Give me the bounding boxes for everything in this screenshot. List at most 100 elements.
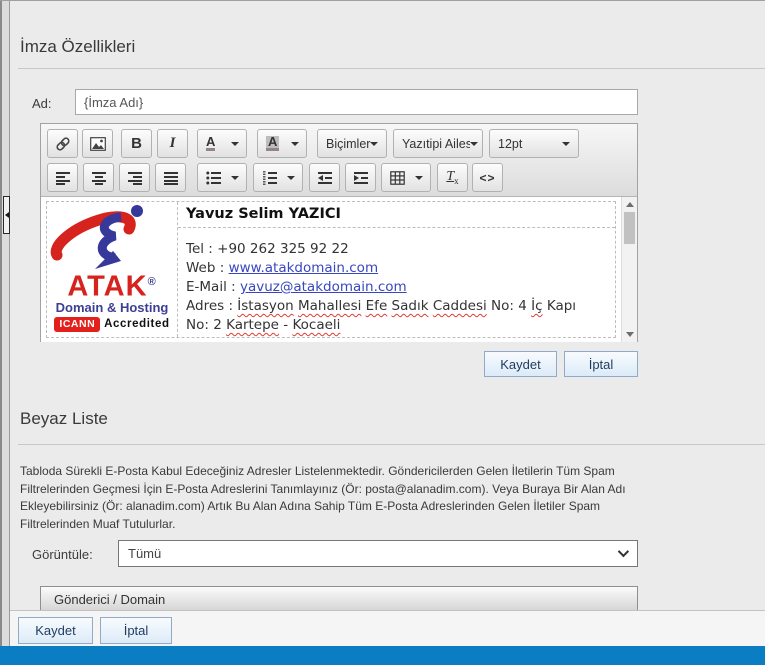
company-logo: ATAK® Domain & Hosting ICANN Accredited — [47, 202, 178, 337]
scroll-down-icon — [626, 332, 634, 337]
table-header-label: Gönderici / Domain — [54, 592, 166, 607]
align-right-button[interactable] — [119, 163, 150, 192]
signature-text: Kartepe — [226, 317, 279, 333]
align-left-button[interactable] — [47, 163, 78, 192]
signature-cancel-button[interactable]: İptal — [564, 351, 638, 377]
outdent-icon — [317, 171, 332, 184]
scroll-down-button[interactable] — [622, 328, 637, 341]
signature-contact-block: Tel : +90 262 325 92 22 Web : www.atakdom… — [178, 228, 615, 335]
signature-text: E-Mail : — [186, 279, 240, 295]
numbered-list-button[interactable] — [253, 163, 303, 192]
signature-text-line: Tel : +90 262 325 92 22 — [186, 240, 607, 259]
logo-brand-text: ATAK® — [67, 270, 157, 303]
chevron-down-icon — [231, 175, 239, 180]
indent-button[interactable] — [345, 163, 376, 192]
signature-text: Sadık — [391, 298, 429, 314]
whitelist-description: Tabloda Sürekli E-Posta Kabul Edeceğiniz… — [20, 464, 626, 531]
align-right-icon — [127, 171, 142, 185]
align-justify-icon — [163, 171, 178, 185]
editor-content-area[interactable]: ATAK® Domain & Hosting ICANN Accredited … — [41, 197, 637, 342]
panel-splitter[interactable] — [0, 1, 10, 646]
signature-text: Efe — [365, 298, 388, 314]
numbered-list-icon — [263, 170, 277, 185]
signature-text-line: No: 2 Kartepe - Kocaeli — [186, 316, 607, 335]
page-footer: Kaydet İptal — [10, 610, 765, 646]
splitter-collapse-handle[interactable] — [3, 196, 10, 234]
scroll-up-button[interactable] — [622, 198, 637, 211]
scrollbar-thumb[interactable] — [624, 212, 635, 244]
chevron-down-icon — [291, 141, 299, 146]
signature-text: Web : — [186, 260, 229, 276]
accredited-text: Accredited — [104, 318, 170, 331]
font-family-label: Yazıtipi Ailesi — [402, 136, 470, 151]
signature-text-line: Web : www.atakdomain.com — [186, 259, 607, 278]
editor-scrollbar[interactable] — [621, 197, 637, 342]
font-size-label: 12pt — [498, 136, 523, 151]
bottom-accent-bar — [0, 646, 765, 665]
image-icon — [89, 136, 106, 151]
align-center-button[interactable] — [83, 163, 114, 192]
registered-mark: ® — [147, 276, 157, 288]
bullet-list-button[interactable] — [197, 163, 247, 192]
section-divider — [18, 444, 765, 445]
display-filter-select[interactable]: Tümü — [118, 540, 638, 567]
signature-name-label: Ad: — [32, 96, 52, 111]
display-filter-value: Tümü — [128, 546, 162, 561]
clear-formatting-icon: Tx — [446, 169, 459, 186]
table-button[interactable] — [381, 163, 431, 192]
chevron-down-icon — [370, 141, 379, 146]
formats-label: Biçimler — [326, 136, 371, 151]
signature-save-button[interactable]: Kaydet — [484, 351, 557, 377]
outdent-button[interactable] — [309, 163, 340, 192]
signature-link[interactable]: yavuz@atakdomain.com — [240, 279, 407, 295]
bullet-list-icon — [206, 171, 221, 184]
signature-text-cell: Yavuz Selim YAZICI Tel : +90 262 325 92 … — [178, 202, 615, 337]
chevron-down-icon — [470, 141, 478, 146]
whitelist-section-title: Beyaz Liste — [20, 409, 108, 428]
atak-logo-figure-icon — [50, 205, 143, 269]
forecolor-icon: A — [206, 134, 216, 151]
insert-image-button[interactable] — [82, 129, 113, 158]
font-family-dropdown[interactable]: Yazıtipi Ailesi — [393, 129, 483, 158]
signature-link[interactable]: www.atakdomain.com — [229, 260, 379, 276]
signature-text: Kapı — [542, 298, 577, 314]
bold-button[interactable]: B — [121, 129, 152, 158]
footer-cancel-button[interactable]: İptal — [100, 617, 172, 644]
signature-text-line: Adres : İstasyon Mahallesi Efe Sadık Cad… — [186, 297, 607, 316]
whitelist-table-header: Gönderici / Domain — [40, 586, 638, 613]
signature-table: ATAK® Domain & Hosting ICANN Accredited … — [46, 201, 616, 338]
source-code-button[interactable]: <> — [472, 163, 503, 192]
align-left-icon — [55, 171, 70, 185]
signature-text: Kocaeli — [292, 317, 341, 333]
signature-text: No: 4 — [486, 298, 532, 314]
signature-text: Caddesi — [432, 298, 487, 314]
insert-link-button[interactable] — [47, 129, 78, 158]
text-color-button[interactable]: A — [197, 129, 247, 158]
section-divider — [18, 68, 765, 69]
chevron-down-icon — [287, 175, 295, 180]
collapse-left-icon — [4, 212, 9, 218]
chevron-down-icon — [562, 141, 570, 146]
formats-dropdown[interactable]: Biçimler — [317, 129, 387, 158]
italic-button[interactable]: I — [157, 129, 188, 158]
editor-toolbar: B I A A Biçimler Yazıtipi Ailesi 12pt Tx… — [41, 124, 637, 197]
signature-person-name: Yavuz Selim YAZICI — [178, 202, 615, 228]
signature-text: - — [279, 317, 293, 333]
signature-section-title: İmza Özellikleri — [20, 37, 136, 56]
table-icon — [390, 170, 405, 185]
signature-text: İstasyon — [237, 298, 294, 314]
background-color-button[interactable]: A — [257, 129, 307, 158]
chevron-down-icon — [415, 175, 423, 180]
font-size-dropdown[interactable]: 12pt — [489, 129, 579, 158]
scroll-up-icon — [626, 202, 634, 207]
settings-page: İmza Özellikleri Ad: B I A A — [0, 0, 765, 665]
signature-text: Mahallesi — [298, 298, 362, 314]
clear-formatting-button[interactable]: Tx — [437, 163, 468, 192]
signature-name-input[interactable] — [75, 89, 638, 115]
footer-save-button[interactable]: Kaydet — [18, 617, 93, 644]
align-center-icon — [91, 171, 106, 185]
icann-badge: ICANN — [54, 316, 101, 332]
chevron-down-icon — [231, 141, 239, 146]
signature-text-line: E-Mail : yavuz@atakdomain.com — [186, 278, 607, 297]
align-justify-button[interactable] — [155, 163, 186, 192]
